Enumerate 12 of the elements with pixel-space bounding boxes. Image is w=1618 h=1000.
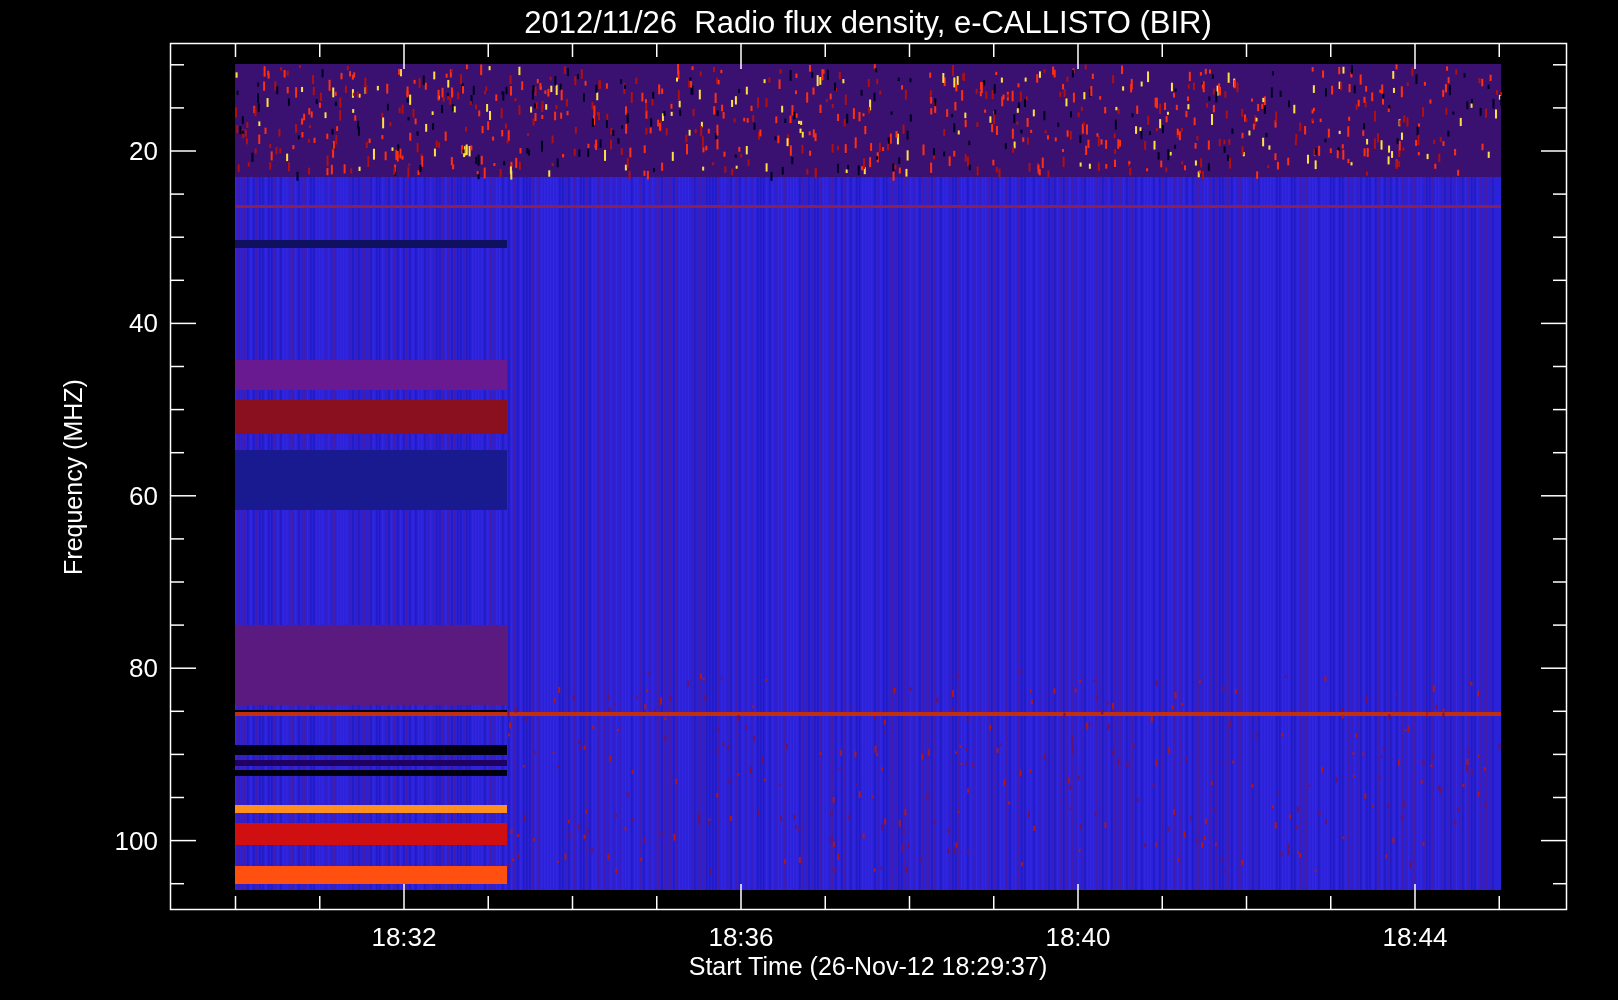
x-tick-label: 18:36 xyxy=(708,922,774,952)
y-tick-label: 100 xyxy=(114,825,158,856)
y-axis-label: Frequency (MHZ) xyxy=(59,379,87,575)
x-axis-label: Start Time (26-Nov-12 18:29:37) xyxy=(688,952,1048,980)
y-tick-label: 60 xyxy=(129,480,158,511)
y-tick-label: 40 xyxy=(129,308,158,339)
x-tick-label: 18:40 xyxy=(1045,922,1111,952)
y-tick-label: 20 xyxy=(129,136,158,166)
x-tick-label: 18:32 xyxy=(371,922,437,952)
y-tick-label: 80 xyxy=(129,653,158,684)
x-tick-label: 18:44 xyxy=(1382,922,1448,952)
chart-title: 2012/11/26 Radio flux density, e-CALLISTO (BIR) xyxy=(524,5,1212,40)
